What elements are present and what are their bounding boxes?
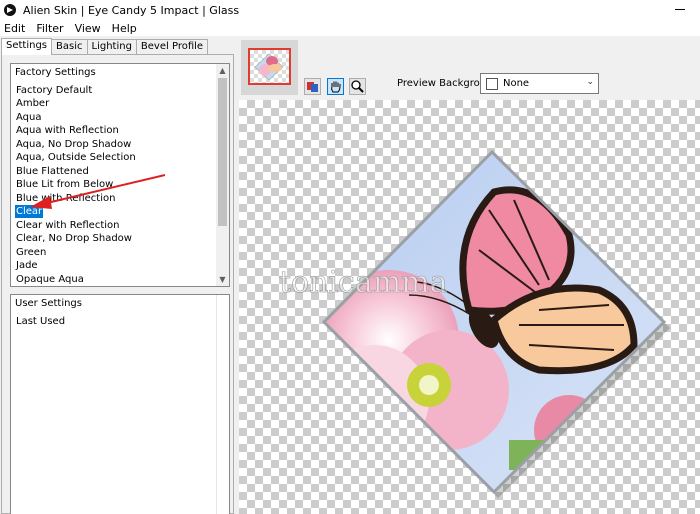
watermark-text: tonicamma: [279, 265, 448, 300]
list-item[interactable]: Amber: [15, 97, 50, 110]
list-item[interactable]: Aqua, Outside Selection: [15, 151, 137, 164]
preview-background-value: None: [503, 78, 530, 89]
menu-help[interactable]: Help: [108, 22, 144, 35]
hand-tool-button[interactable]: [327, 78, 344, 95]
list-item[interactable]: Aqua: [15, 111, 42, 124]
menu-view[interactable]: View: [71, 22, 108, 35]
user-settings-header: User Settings: [15, 298, 82, 309]
tab-bevel-profile[interactable]: Bevel Profile: [135, 39, 209, 54]
menu-edit[interactable]: Edit: [0, 22, 32, 35]
preview-thumbnail-box[interactable]: [241, 40, 298, 95]
user-settings-list[interactable]: User Settings Last Used: [10, 294, 230, 514]
list-item-selected[interactable]: Clear: [13, 204, 45, 219]
background-swatch: [486, 78, 498, 90]
tab-settings[interactable]: Settings: [1, 38, 53, 55]
title-bar: Alien Skin | Eye Candy 5 Impact | Glass: [0, 0, 700, 20]
preview-image: tonicamma: [279, 149, 670, 498]
zoom-tool-button[interactable]: [349, 78, 366, 95]
menu-bar: Edit Filter View Help: [0, 20, 700, 36]
preview-thumbnail[interactable]: [248, 48, 291, 85]
settings-panel: Factory Settings Factory Default Amber A…: [1, 54, 234, 514]
hand-icon: [331, 81, 341, 93]
list-item[interactable]: Aqua, No Drop Shadow: [15, 138, 132, 151]
list-item[interactable]: Clear with Reflection: [15, 219, 120, 232]
list-item[interactable]: Clear, No Drop Shadow: [15, 232, 133, 245]
tab-lighting[interactable]: Lighting: [86, 39, 137, 54]
toggle-preview-button[interactable]: [304, 78, 321, 95]
minimize-icon[interactable]: [674, 3, 686, 15]
factory-settings-list[interactable]: Factory Settings Factory Default Amber A…: [10, 63, 230, 287]
list-item[interactable]: Blue with Reflection: [15, 192, 116, 205]
list-item[interactable]: Factory Default: [15, 84, 93, 97]
factory-settings-header: Factory Settings: [15, 67, 96, 78]
thumbnail-image: [254, 53, 284, 81]
chevron-down-icon: ⌄: [586, 77, 594, 87]
list-item[interactable]: Blue Flattened: [15, 165, 90, 178]
list-item[interactable]: Green: [15, 246, 47, 259]
list-item[interactable]: Jade: [15, 259, 39, 272]
list-item[interactable]: Blue Lit from Below: [15, 178, 114, 191]
tab-basic[interactable]: Basic: [51, 39, 88, 54]
list-item[interactable]: Aqua with Reflection: [15, 124, 120, 137]
menu-filter[interactable]: Filter: [32, 22, 70, 35]
magnifier-icon: [351, 80, 364, 93]
window-title: Alien Skin | Eye Candy 5 Impact | Glass: [23, 3, 240, 17]
preview-canvas[interactable]: tonicamma: [239, 100, 700, 514]
scroll-up-icon[interactable]: ▲: [216, 64, 229, 77]
alien-skin-app-icon: [4, 4, 16, 16]
preview-toggle-icon: [307, 82, 318, 92]
scroll-down-icon[interactable]: ▼: [216, 273, 229, 286]
scroll-thumb[interactable]: [218, 78, 227, 226]
preview-background-dropdown[interactable]: None ⌄: [480, 73, 599, 94]
user-list-scrollbar[interactable]: [216, 295, 229, 514]
list-item[interactable]: Last Used: [15, 315, 66, 328]
factory-list-scrollbar[interactable]: ▲ ▼: [216, 64, 229, 286]
list-item[interactable]: Opaque Aqua: [15, 273, 85, 286]
settings-tabs: Settings Basic Lighting Bevel Profile: [1, 38, 209, 55]
